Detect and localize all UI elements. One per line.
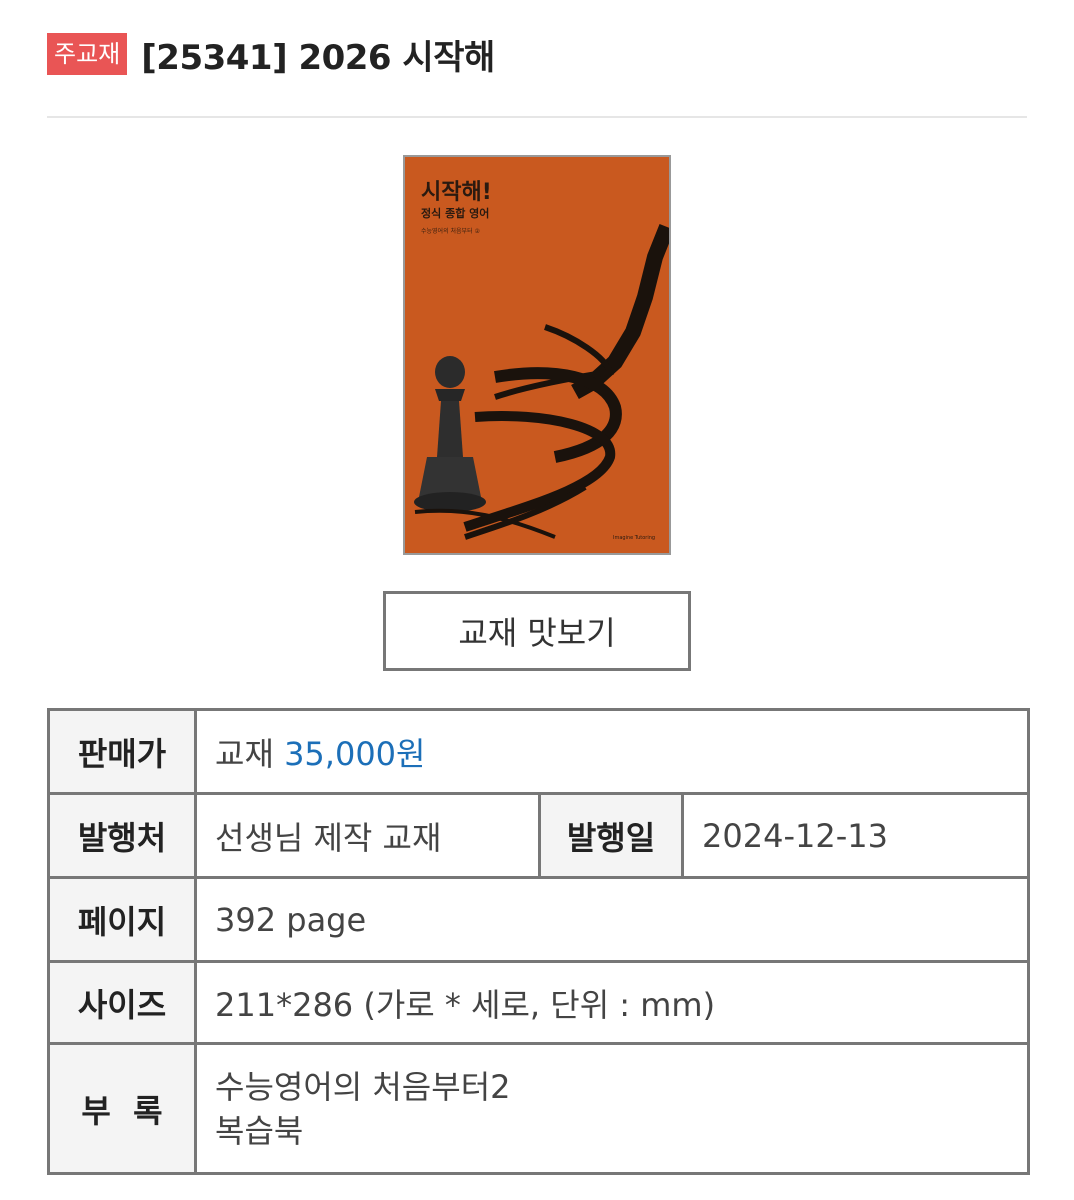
appendix-value: 수능영어의 처음부터2 복습북 (193, 1042, 1031, 1175)
publisher-value: 선생님 제작 교재 (194, 792, 541, 879)
table-row: 발행처 선생님 제작 교재 발행일 2024-12-13 (47, 792, 1031, 879)
table-row: 부 록 수능영어의 처음부터2 복습북 (47, 1042, 1031, 1175)
appendix-line: 수능영어의 처음부터2 (215, 1067, 511, 1106)
page-header: 주교재 [25341] 2026 시작해 (47, 30, 1027, 78)
page-title: [25341] 2026 시작해 (141, 37, 495, 78)
cover-subtitle: 정식 종합 영어 (421, 206, 489, 220)
table-row: 사이즈 211*286 (가로 * 세로, 단위 : mm) (47, 960, 1031, 1045)
textbook-preview-button[interactable]: 교재 맛보기 (383, 591, 691, 671)
price-prefix: 교재 (215, 734, 274, 773)
size-label: 사이즈 (47, 960, 197, 1045)
header-divider (47, 116, 1027, 118)
publish-date-value: 2024-12-13 (680, 792, 1031, 879)
size-value: 211*286 (가로 * 세로, 단위 : mm) (193, 960, 1031, 1045)
book-cover-image: 시작해! 정식 종합 영어 수능영어의 처음부터 ② Imagine Tutor… (403, 155, 671, 555)
pages-value: 392 page (193, 876, 1031, 963)
price-cell: 교재 35,000원 (193, 708, 1031, 795)
table-row: 페이지 392 page (47, 876, 1031, 963)
cover-title: 시작해! (421, 180, 492, 205)
svg-text:Imagine Tutoring: Imagine Tutoring (613, 535, 655, 541)
textbook-info-table: 판매가 교재 35,000원 발행처 선생님 제작 교재 발행일 2024-12… (47, 708, 1031, 1175)
price-value: 35,000원 (284, 734, 426, 773)
main-textbook-badge: 주교재 (47, 33, 128, 75)
price-label: 판매가 (47, 708, 197, 795)
appendix-label: 부 록 (47, 1042, 197, 1175)
pages-label: 페이지 (47, 876, 197, 963)
appendix-line: 복습북 (215, 1111, 304, 1150)
cover-tagline: 수능영어의 처음부터 ② (421, 227, 480, 235)
table-row: 판매가 교재 35,000원 (47, 708, 1031, 795)
publisher-label: 발행처 (47, 792, 197, 879)
publish-date-label: 발행일 (538, 792, 684, 879)
